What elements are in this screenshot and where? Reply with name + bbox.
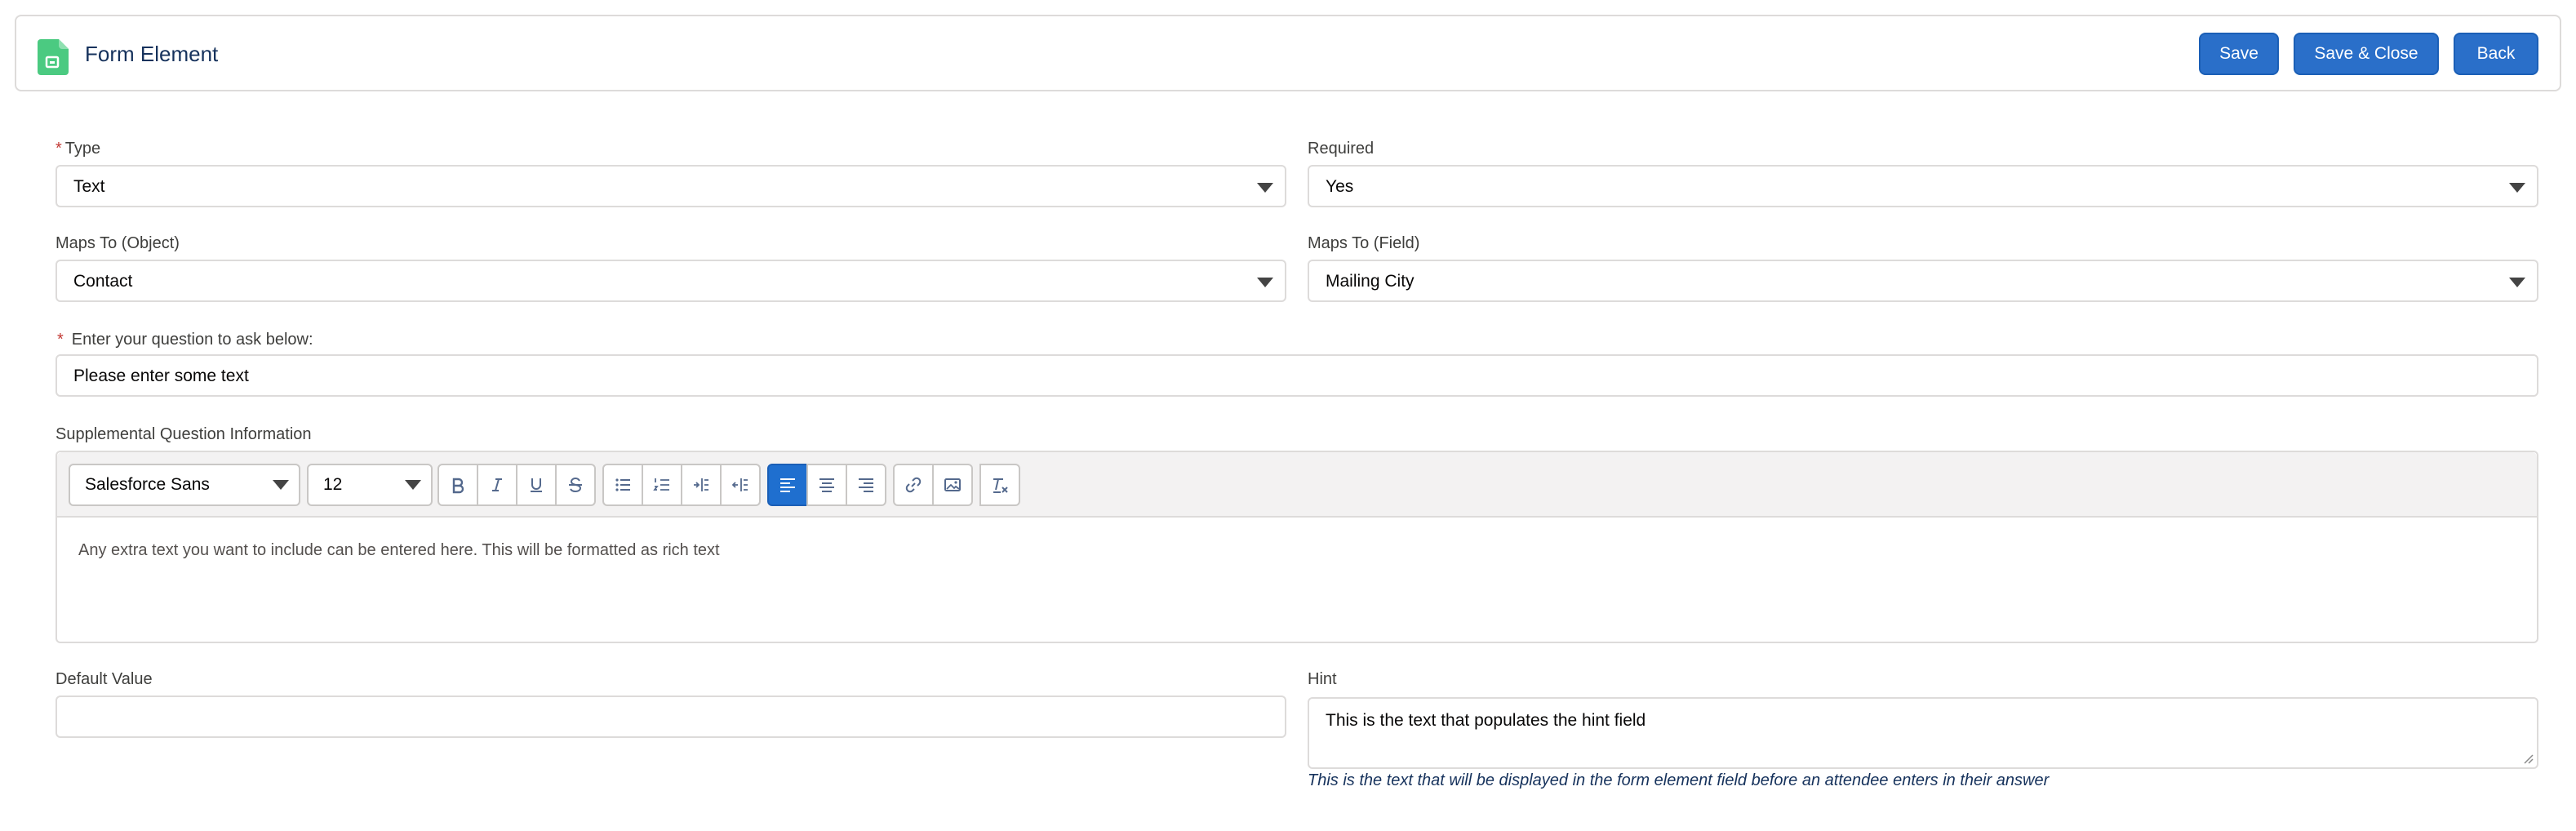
maps-object-select[interactable]: Contact — [56, 260, 1286, 302]
default-value-label: Default Value — [56, 670, 153, 688]
type-label-text: Type — [64, 140, 101, 158]
type-select[interactable]: Text — [56, 165, 1286, 207]
numbered-list-button[interactable] — [642, 464, 682, 506]
chevron-down-icon — [2509, 278, 2525, 287]
hint-label: Hint — [1308, 670, 1337, 688]
bullet-list-icon — [615, 478, 630, 491]
required-marker: * — [56, 140, 62, 158]
page-title: Form Element — [85, 42, 219, 66]
save-and-close-button[interactable]: Save & Close — [2294, 33, 2439, 75]
link-button[interactable] — [893, 464, 934, 506]
type-select-value: Text — [73, 177, 105, 196]
underline-icon — [531, 478, 542, 492]
form-element-icon — [38, 39, 69, 75]
hint-textarea[interactable]: This is the text that populates the hint… — [1308, 697, 2538, 769]
default-value-input[interactable] — [56, 695, 1286, 738]
italic-icon — [492, 478, 502, 491]
required-marker: * — [57, 331, 64, 349]
maps-field-value: Mailing City — [1326, 272, 1415, 291]
save-button[interactable]: Save — [2199, 33, 2279, 75]
outdent-icon — [731, 478, 748, 491]
maps-object-label: Maps To (Object) — [56, 234, 180, 252]
strikethrough-icon — [569, 477, 582, 493]
back-button[interactable]: Back — [2454, 33, 2538, 75]
supplemental-label: Supplemental Question Information — [56, 425, 312, 443]
required-select-value: Yes — [1326, 177, 1354, 196]
required-label: Required — [1308, 140, 1375, 158]
indent-icon — [694, 478, 708, 491]
chevron-down-icon — [273, 480, 289, 490]
numbered-list-icon — [653, 478, 669, 491]
hint-textarea-value: This is the text that populates the hint… — [1326, 711, 1646, 730]
bullet-list-button[interactable] — [602, 464, 643, 506]
rich-text-toolbar: Salesforce Sans 12 — [57, 452, 2537, 518]
outdent-button[interactable] — [720, 464, 761, 506]
link-icon — [905, 477, 922, 493]
image-icon — [944, 478, 961, 491]
align-center-icon — [819, 478, 834, 492]
question-label-text: Enter your question to ask below: — [71, 331, 313, 349]
indent-button[interactable] — [681, 464, 722, 506]
chevron-down-icon — [2509, 183, 2525, 193]
font-family-select[interactable]: Salesforce Sans — [69, 464, 300, 506]
image-button[interactable] — [932, 464, 973, 506]
question-input-value: Please enter some text — [73, 367, 249, 385]
rich-text-body[interactable]: Any extra text you want to include can b… — [78, 540, 720, 560]
resize-handle-icon[interactable] — [2522, 753, 2534, 764]
font-size-select[interactable]: 12 — [307, 464, 433, 506]
chevron-down-icon — [405, 480, 421, 490]
question-label: * Enter your question to ask below: — [57, 330, 313, 349]
font-size-value: 12 — [323, 475, 343, 494]
bold-button[interactable] — [437, 464, 478, 506]
align-center-button[interactable] — [806, 464, 847, 506]
align-left-icon — [780, 478, 795, 492]
maps-field-select[interactable]: Mailing City — [1308, 260, 2538, 302]
rich-text-editor: Salesforce Sans 12 Any extra text you wa… — [56, 451, 2538, 643]
maps-field-label: Maps To (Field) — [1308, 234, 1420, 252]
type-label: * Type — [56, 139, 100, 158]
maps-object-value: Contact — [73, 272, 133, 291]
chevron-down-icon — [1257, 183, 1273, 193]
hint-help-text: This is the text that will be displayed … — [1308, 771, 2050, 789]
clear-formatting-button[interactable] — [979, 464, 1020, 506]
clear-formatting-icon — [993, 478, 1008, 493]
bold-icon — [452, 478, 464, 494]
font-family-value: Salesforce Sans — [85, 475, 210, 494]
strikethrough-button[interactable] — [555, 464, 596, 506]
page-header: Form Element Save Save & Close Back — [15, 15, 2561, 91]
align-right-button[interactable] — [846, 464, 886, 506]
question-input[interactable]: Please enter some text — [56, 354, 2538, 397]
chevron-down-icon — [1257, 278, 1273, 287]
italic-button[interactable] — [477, 464, 517, 506]
required-select[interactable]: Yes — [1308, 165, 2538, 207]
underline-button[interactable] — [516, 464, 557, 506]
align-left-button[interactable] — [767, 464, 808, 506]
align-right-icon — [859, 478, 873, 492]
